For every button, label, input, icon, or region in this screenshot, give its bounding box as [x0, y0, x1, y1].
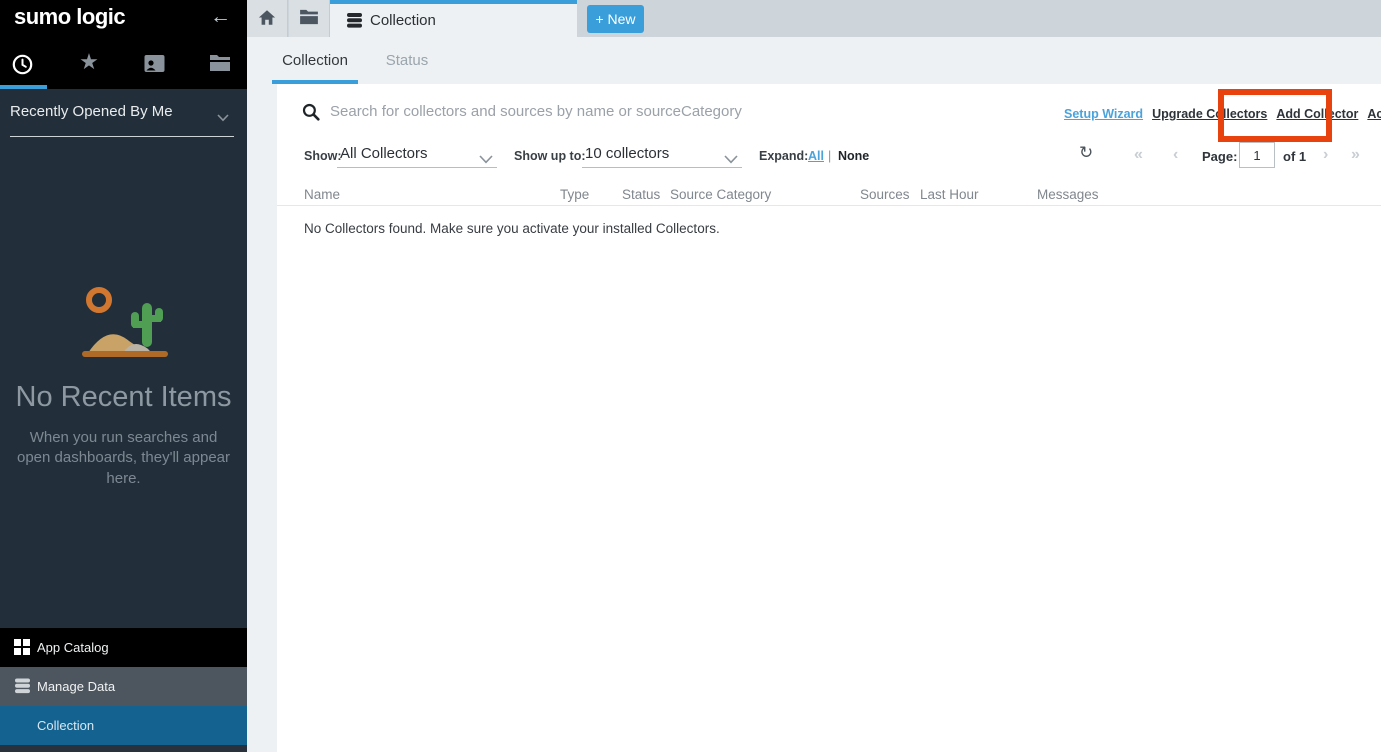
page-number-input[interactable]: [1239, 142, 1275, 168]
next-page-icon[interactable]: ›: [1323, 146, 1328, 164]
folder-tab-button[interactable]: [289, 0, 330, 37]
collection-label: Collection: [37, 718, 94, 733]
content-panel: Setup Wizard Upgrade Collectors Add Coll…: [277, 84, 1381, 752]
expand-label: Expand:: [759, 149, 808, 163]
app-catalog-label: App Catalog: [37, 640, 109, 655]
add-collector-link[interactable]: Add Collector: [1276, 107, 1358, 121]
column-header-messages: Messages: [1037, 187, 1099, 202]
open-folder-icon: [299, 9, 319, 25]
first-page-icon[interactable]: «: [1134, 146, 1143, 164]
page-label: Page:: [1202, 149, 1237, 164]
top-tab-bar: Collection + New: [247, 0, 1381, 37]
expand-separator: |: [828, 149, 831, 163]
show-label: Show:: [304, 149, 342, 163]
header-links: Setup Wizard Upgrade Collectors Add Coll…: [1064, 107, 1381, 121]
sidebar-bottom-strip: [0, 745, 247, 752]
table-header-divider: [277, 205, 1381, 206]
show-collectors-value: All Collectors: [340, 145, 428, 162]
show-up-to-value: 10 collectors: [585, 145, 669, 162]
no-collectors-message: No Collectors found. Make sure you activ…: [304, 221, 720, 236]
logo-bar: sumo logic ← ★: [0, 0, 247, 89]
refresh-icon[interactable]: ↻: [1079, 143, 1093, 163]
subtab-status[interactable]: Status: [379, 37, 435, 84]
manage-data-database-icon: [14, 678, 31, 699]
show-collectors-dropdown[interactable]: All Collectors: [337, 142, 497, 168]
page-of-text: of 1: [1283, 149, 1306, 164]
expand-none-link[interactable]: None: [838, 149, 869, 163]
chevron-down-icon: [724, 151, 738, 169]
setup-wizard-link[interactable]: Setup Wizard: [1064, 107, 1143, 121]
collection-tab[interactable]: Collection: [330, 0, 577, 37]
recently-opened-header[interactable]: Recently Opened By Me: [0, 89, 247, 138]
column-header-type: Type: [560, 187, 589, 202]
sidebar: sumo logic ← ★ Recently Opened By Me: [0, 0, 247, 752]
section-divider: [10, 136, 234, 137]
main-area: Collection + New Collection Status Setup…: [247, 0, 1381, 752]
show-up-to-label: Show up to:: [514, 149, 586, 163]
favorites-star-icon[interactable]: ★: [77, 51, 101, 75]
no-recent-items-empty-state: No Recent Items When you run searches an…: [0, 283, 247, 489]
recently-opened-label: Recently Opened By Me: [10, 103, 173, 120]
new-button[interactable]: + New: [587, 5, 644, 33]
chevron-down-icon: [217, 109, 229, 127]
empty-state-description: When you run searches and open dashboard…: [16, 428, 231, 489]
app-window: sumo logic ← ★ Recently Opened By Me: [0, 0, 1381, 752]
personal-folder-icon[interactable]: [142, 54, 166, 78]
recent-clock-icon[interactable]: [10, 54, 34, 78]
show-up-to-dropdown[interactable]: 10 collectors: [582, 142, 742, 168]
manage-data-label: Manage Data: [37, 679, 115, 694]
last-page-icon[interactable]: »: [1351, 146, 1360, 164]
subtab-collection-label: Collection: [272, 52, 358, 69]
column-header-name: Name: [304, 187, 340, 202]
column-header-status: Status: [622, 187, 660, 202]
sidebar-item-manage-data[interactable]: Manage Data: [0, 667, 247, 706]
sidebar-item-collection[interactable]: Collection: [0, 706, 247, 745]
collection-tab-label: Collection: [370, 12, 436, 29]
app-catalog-grid-icon: [14, 639, 30, 655]
expand-all-link[interactable]: All: [808, 149, 824, 163]
search-icon: [302, 103, 320, 126]
desert-illustration: [63, 283, 185, 361]
collapse-sidebar-icon[interactable]: ←: [210, 5, 231, 29]
subtab-row: Collection Status: [247, 37, 1381, 84]
sidebar-bottom-menu: App Catalog Manage Data Collection: [0, 628, 247, 752]
search-input[interactable]: [330, 97, 1030, 125]
sumo-logic-logo: sumo logic: [14, 4, 125, 30]
library-folder-icon[interactable]: [208, 54, 232, 78]
subtab-status-label: Status: [379, 52, 435, 69]
column-header-sources: Sources: [860, 187, 910, 202]
upgrade-collectors-link[interactable]: Upgrade Collectors: [1152, 107, 1267, 121]
previous-page-icon[interactable]: ‹: [1173, 146, 1178, 164]
column-header-source-category: Source Category: [670, 187, 771, 202]
subtab-collection[interactable]: Collection: [272, 37, 358, 84]
access-keys-link[interactable]: Access Keys: [1367, 107, 1381, 121]
chevron-down-icon: [479, 151, 493, 169]
empty-state-title: No Recent Items: [0, 381, 247, 414]
home-tab-button[interactable]: [247, 0, 288, 37]
sidebar-item-app-catalog[interactable]: App Catalog: [0, 628, 247, 667]
home-icon: [258, 9, 276, 26]
database-icon: [346, 12, 363, 34]
column-header-last-hour: Last Hour: [920, 187, 979, 202]
